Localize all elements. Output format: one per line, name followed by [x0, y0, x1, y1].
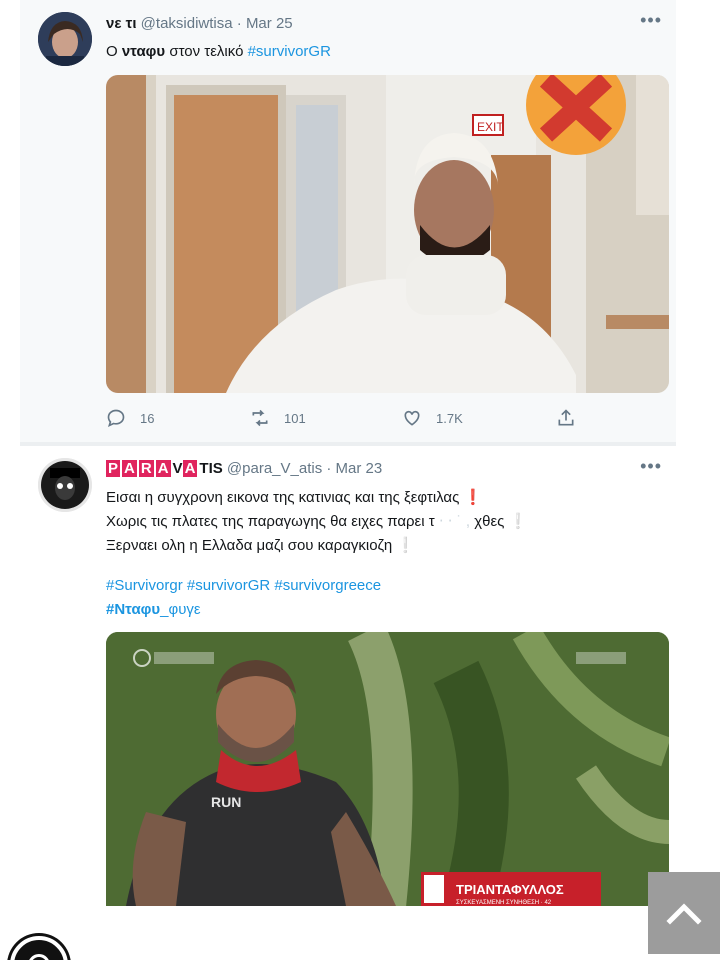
reply-icon — [107, 409, 125, 428]
tweet-text: Εισαι η συγχρονη εικονα της κατινιας και… — [106, 486, 527, 558]
tweet-card[interactable]: νε τι @taksidiwtisa · Mar 25 ••• Ο νταφυ… — [20, 0, 676, 442]
hashtag-line: #Νταφυ_φυγε — [106, 598, 381, 622]
tweet-header: νε τι @taksidiwtisa · Mar 25 — [106, 15, 293, 32]
name-letter[interactable]: A — [122, 460, 137, 477]
exclamation-emoji: ❕ — [508, 513, 528, 530]
exit-sign-text: EXIT — [477, 120, 504, 134]
tweet-line: Εισαι η συγχρονη εικονα της κατινιας και… — [106, 486, 527, 510]
tweet-image[interactable]: EXIT — [106, 75, 669, 393]
name-letter[interactable]: A — [155, 460, 171, 477]
redacted-text: ‧ ‧ ˙ , — [438, 513, 471, 530]
tweet-line: Ξερναει ολη η Ελλαδα μαζι σου καραγκιοζη… — [106, 534, 527, 558]
reply-button[interactable]: 16 — [106, 406, 154, 430]
chevron-up-icon — [666, 903, 702, 925]
more-icon[interactable]: ••• — [640, 456, 662, 477]
hashtag-link[interactable]: #survivorGR — [248, 43, 331, 60]
separator: · — [236, 15, 242, 32]
like-icon — [404, 410, 420, 426]
text-fragment: Εισαι η συγχρονη εικονα της κατινιας και… — [106, 489, 460, 506]
name-letter[interactable]: R — [138, 460, 154, 477]
avatar[interactable] — [38, 12, 92, 66]
exclamation-emoji: ❕ — [396, 537, 416, 554]
name-letter[interactable]: P — [106, 460, 121, 477]
text-fragment: στον τελικό — [165, 43, 248, 60]
tweet-image[interactable]: RUN ΤΡΙΑΝΤΑΦΥΛΛΟΣ ΣΥΣΚΕΥΑΣΜΕΝΗ ΣΥΝΗΘΕΣΗ … — [106, 632, 669, 906]
tweet-text: Ο νταφυ στον τελικό #survivorGR — [106, 41, 331, 63]
handle[interactable]: @para_V_atis — [227, 460, 322, 477]
badge-ring-icon — [28, 954, 50, 960]
tweet-actions: 16 101 1.7K — [106, 406, 606, 430]
hashtag-link[interactable]: _φυγε — [160, 601, 200, 618]
timestamp[interactable]: Mar 23 — [336, 460, 383, 477]
shirt-text: RUN — [211, 794, 241, 810]
hashtag-block: #Survivorgr #survivorGR #survivorgreece … — [106, 574, 381, 622]
timestamp[interactable]: Mar 25 — [246, 15, 293, 32]
text-fragment: Ξερναει ολη η Ελλαδα μαζι σου καραγκιοζη — [106, 537, 393, 554]
text-bold: νταφυ — [121, 43, 166, 60]
more-icon[interactable]: ••• — [640, 10, 662, 31]
like-count: 1.7K — [436, 410, 463, 426]
handle[interactable]: @taksidiwtisa — [141, 15, 233, 32]
reply-count: 16 — [140, 410, 155, 426]
display-name[interactable]: νε τι — [106, 15, 137, 32]
separator: · — [326, 460, 332, 477]
text-fragment: Χωρις τις πλατες της παραγωγης θα ειχες … — [106, 513, 435, 530]
hashtag-link[interactable]: #Νταφυ — [106, 601, 160, 618]
caption-name: ΤΡΙΑΝΤΑΦΥΛΛΟΣ — [456, 882, 564, 897]
like-button[interactable]: 1.7K — [402, 406, 463, 430]
scroll-to-top-button[interactable] — [648, 872, 720, 954]
avatar[interactable] — [38, 458, 92, 512]
name-letter[interactable]: A — [182, 460, 198, 477]
hashtag-link[interactable]: #Survivorgr #survivorGR #survivorgreece — [106, 574, 381, 598]
retweet-button[interactable]: 101 — [250, 406, 306, 430]
tweet-card[interactable]: P A R A V A TIS @para_V_atis · Mar 23 ••• Εισα… — [20, 446, 676, 906]
share-button[interactable] — [556, 406, 590, 430]
share-icon — [558, 409, 574, 426]
caption-sub: ΣΥΣΚΕΥΑΣΜΕΝΗ ΣΥΝΗΘΕΣΗ · 42 — [456, 900, 552, 906]
retweet-count: 101 — [284, 410, 306, 426]
name-letter[interactable]: V — [173, 460, 183, 477]
text-fragment: Ο — [106, 43, 122, 60]
retweet-icon — [252, 409, 268, 427]
text-fragment: χθες — [474, 513, 505, 530]
tweet-header: P A R A V A TIS @para_V_atis · Mar 23 — [106, 460, 382, 477]
display-name[interactable]: TIS — [199, 460, 222, 477]
tweet-line: Χωρις τις πλατες της παραγωγης θα ειχες … — [106, 510, 527, 534]
exclamation-emoji: ❗ — [463, 489, 483, 506]
